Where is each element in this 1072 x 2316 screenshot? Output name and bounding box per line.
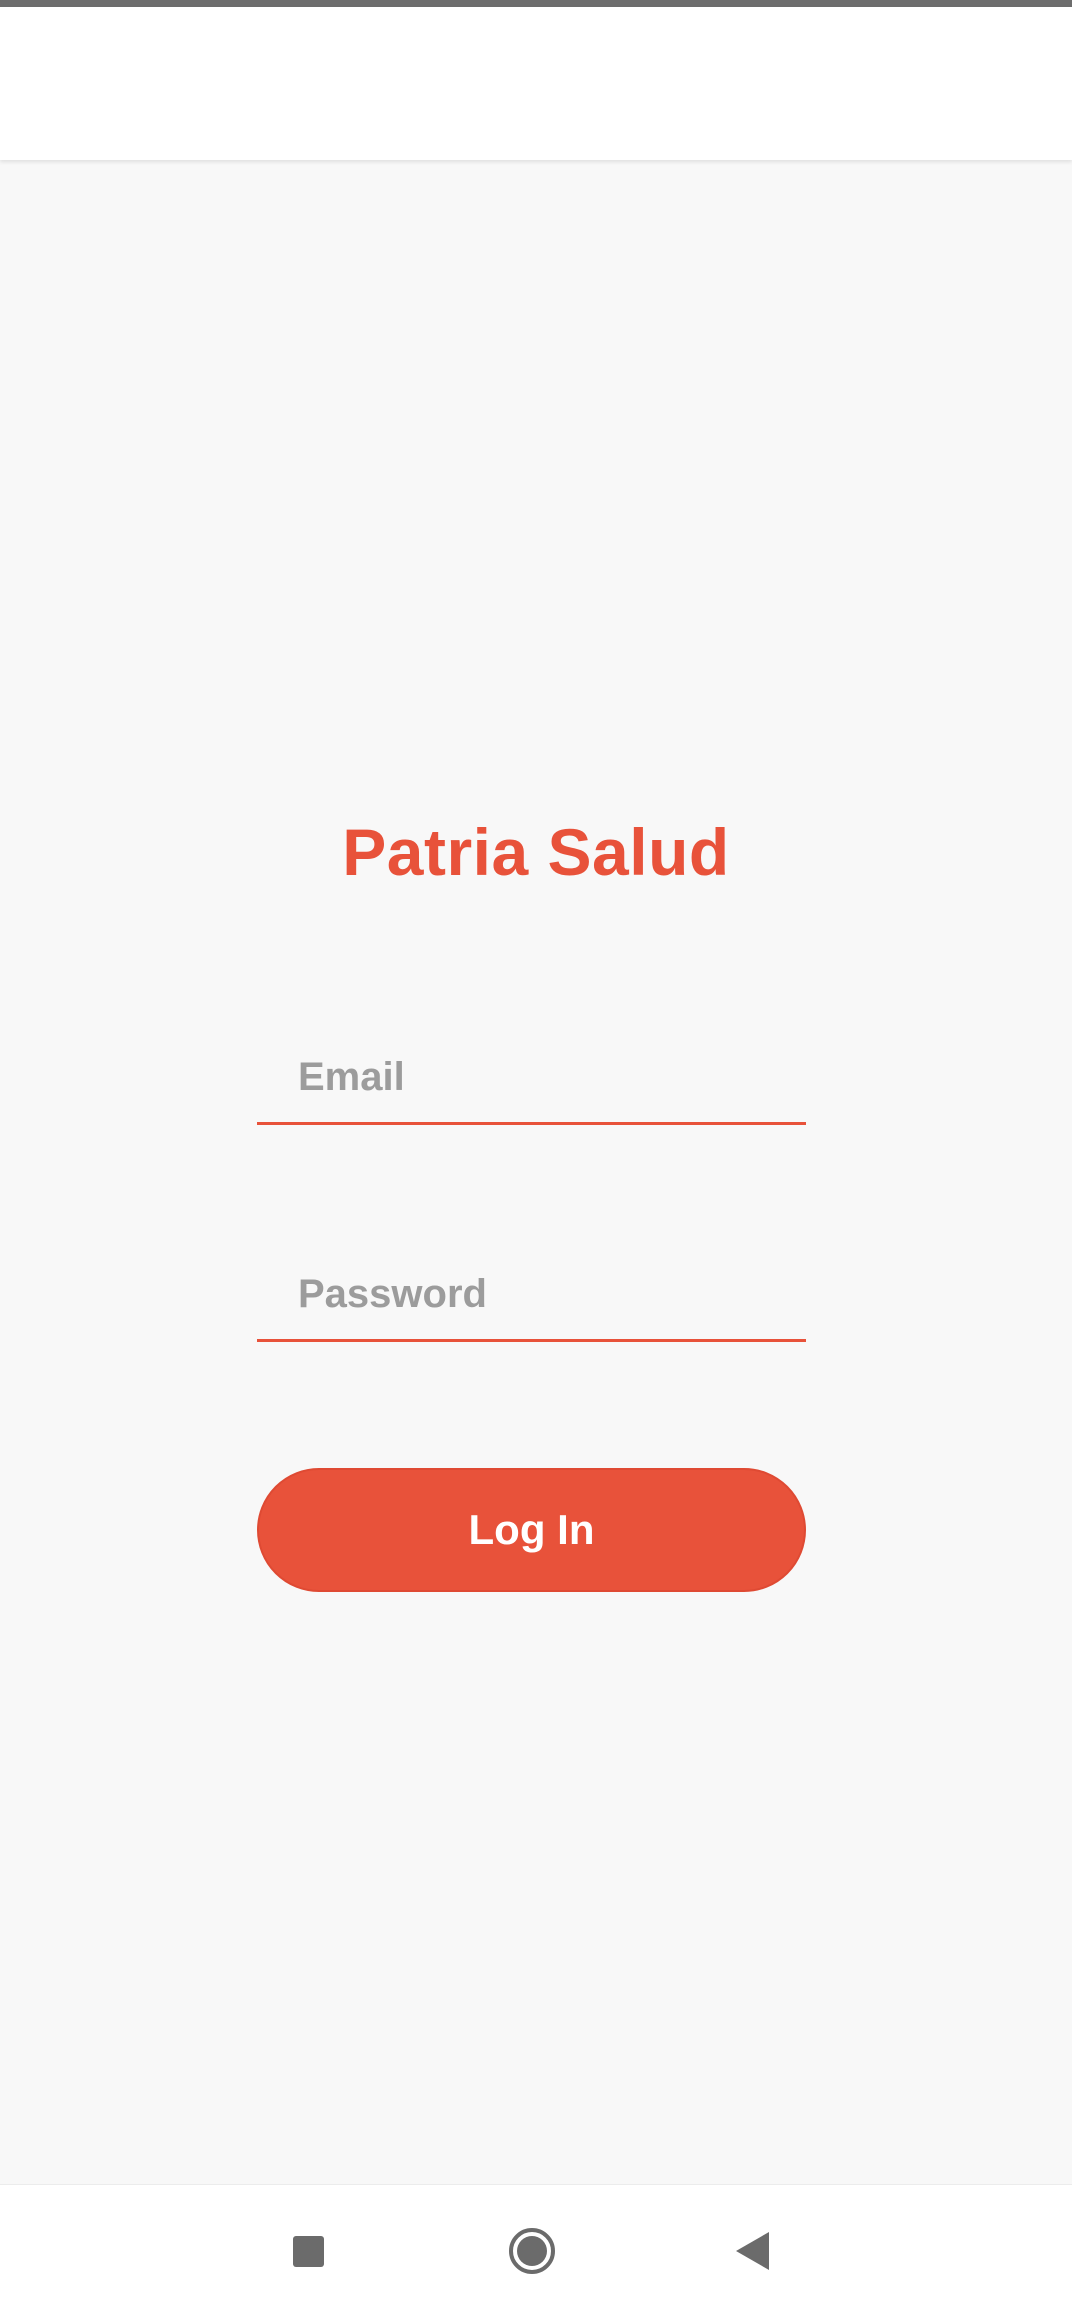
triangle-back-icon (735, 2232, 769, 2270)
email-field[interactable] (257, 1033, 806, 1125)
email-input[interactable] (257, 1033, 806, 1122)
system-navigation-bar (0, 2184, 1072, 2316)
square-icon (292, 2235, 324, 2267)
app-bar (0, 7, 1072, 160)
password-field[interactable] (257, 1250, 806, 1342)
password-input[interactable] (257, 1250, 806, 1339)
brand-title: Patria Salud (342, 815, 730, 889)
recents-button[interactable] (248, 2185, 368, 2316)
circle-home-icon (509, 2228, 555, 2274)
home-icon-inner-dot (517, 2236, 547, 2266)
status-bar-strip (0, 0, 1072, 7)
login-button[interactable]: Log In (257, 1468, 806, 1592)
home-button[interactable] (472, 2185, 592, 2316)
app-screen: Patria Salud Log In (0, 0, 1072, 2316)
login-content (0, 160, 1072, 2184)
back-button[interactable] (692, 2185, 812, 2316)
